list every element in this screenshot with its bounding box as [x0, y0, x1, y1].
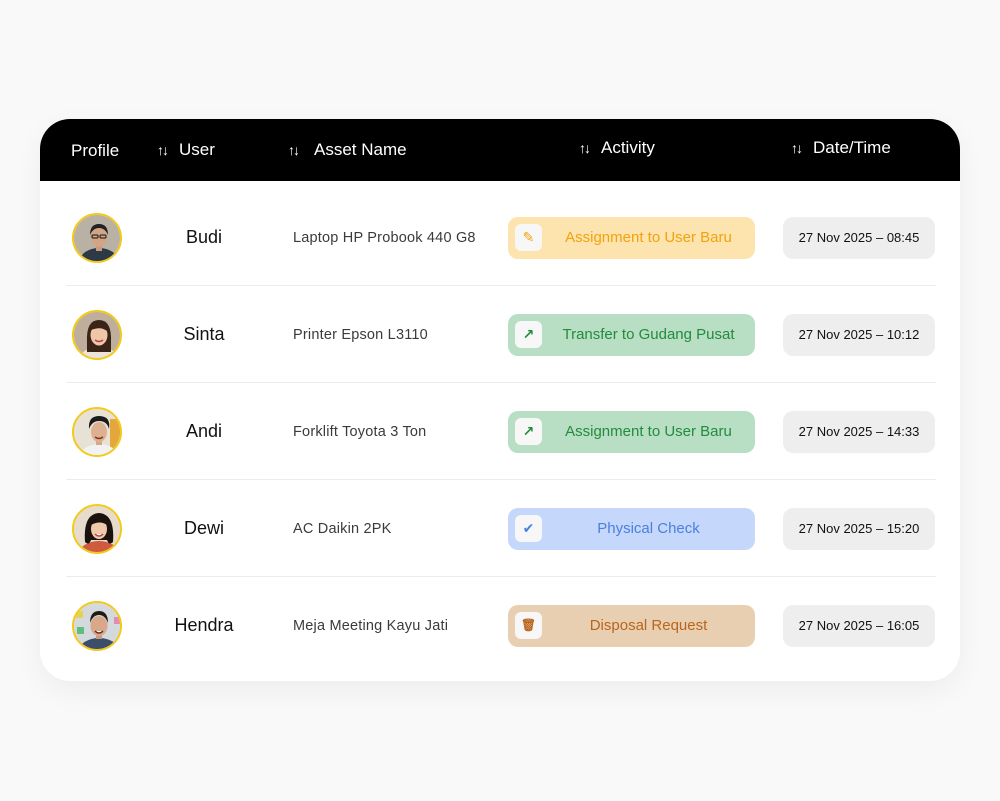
asset-name: Laptop HP Probook 440 G8	[293, 229, 476, 246]
asset-name: Printer Epson L3110	[293, 326, 428, 343]
user-name: Andi	[185, 421, 223, 441]
arrow-up-right-icon: ↗	[515, 320, 542, 348]
asset-name: Forklift Toyota 3 Ton	[293, 423, 427, 440]
column-header-activity-label: Activity	[601, 138, 655, 157]
activity-badge: ↗ Transfer to Gudang Pusat	[508, 313, 755, 356]
asset-name: Meja Meeting Kayu Jati	[293, 617, 449, 634]
table-row[interactable]: Budi Laptop HP Probook 440 G8 ✎ Assignme…	[40, 189, 960, 286]
column-header-profile-label: Profile	[71, 141, 120, 160]
activity-table-card: Profile ↑↓ User ↑↓ Asset Name ↑↓ Activit…	[40, 119, 960, 681]
sort-icon[interactable]: ↑↓	[157, 142, 169, 158]
trash-icon: 🗑	[515, 611, 542, 639]
avatar	[72, 600, 122, 651]
sort-icon[interactable]: ↑↓	[288, 142, 300, 158]
column-header-profile: Profile	[71, 120, 119, 182]
column-header-datetime[interactable]: ↑↓ Date/Time	[791, 119, 891, 179]
activity-badge: ✔ Physical Check	[508, 507, 755, 550]
activity-badge: ✎ Assignment to User Baru	[508, 216, 755, 259]
column-header-user[interactable]: ↑↓ User	[157, 119, 215, 181]
datetime-badge: 27 Nov 2025 – 10:12	[783, 313, 935, 356]
sort-icon[interactable]: ↑↓	[791, 140, 803, 156]
avatar	[72, 503, 122, 554]
column-header-asset-name[interactable]: ↑↓ Asset Name	[288, 119, 407, 181]
user-name: Sinta	[183, 324, 225, 344]
pencil-icon: ✎	[515, 223, 542, 251]
datetime-badge: 27 Nov 2025 – 15:20	[783, 507, 935, 550]
avatar	[72, 212, 122, 263]
datetime-badge: 27 Nov 2025 – 08:45	[783, 216, 935, 259]
table-row[interactable]: Dewi AC Daikin 2PK ✔ Physical Check 27 N…	[40, 480, 960, 577]
activity-label: Physical Check	[597, 520, 700, 537]
user-name: Budi	[185, 227, 223, 247]
activity-badge: 🗑 Disposal Request	[508, 604, 755, 647]
asset-name: AC Daikin 2PK	[293, 520, 392, 537]
activity-badge: ↗ Assignment to User Baru	[508, 410, 755, 453]
activity-label: Disposal Request	[589, 617, 708, 634]
table-row[interactable]: Andi Forklift Toyota 3 Ton ↗ Assignment …	[40, 383, 960, 480]
table-row[interactable]: Sinta Printer Epson L3110 ↗ Transfer to …	[40, 286, 960, 383]
column-header-datetime-label: Date/Time	[813, 138, 891, 157]
table-row[interactable]: Hendra Meja Meeting Kayu Jati 🗑 Disposal…	[40, 577, 960, 674]
sort-icon[interactable]: ↑↓	[579, 140, 591, 156]
activity-label: Transfer to Gudang Pusat	[562, 326, 735, 343]
column-header-activity[interactable]: ↑↓ Activity	[579, 119, 655, 179]
activity-label: Assignment to User Baru	[565, 229, 732, 246]
datetime-badge: 27 Nov 2025 – 14:33	[783, 410, 935, 453]
arrow-up-right-icon: ↗	[515, 417, 542, 445]
avatar	[72, 406, 122, 457]
activity-label: Assignment to User Baru	[565, 423, 732, 440]
datetime-badge: 27 Nov 2025 – 16:05	[783, 604, 935, 647]
column-header-user-label: User	[179, 140, 215, 159]
column-header-asset-name-label: Asset Name	[314, 140, 407, 159]
table-header: Profile ↑↓ User ↑↓ Asset Name ↑↓ Activit…	[40, 119, 960, 181]
user-name: Dewi	[183, 518, 224, 538]
user-name: Hendra	[174, 615, 234, 635]
avatar	[72, 309, 122, 360]
checkmark-icon: ✔	[515, 514, 542, 542]
